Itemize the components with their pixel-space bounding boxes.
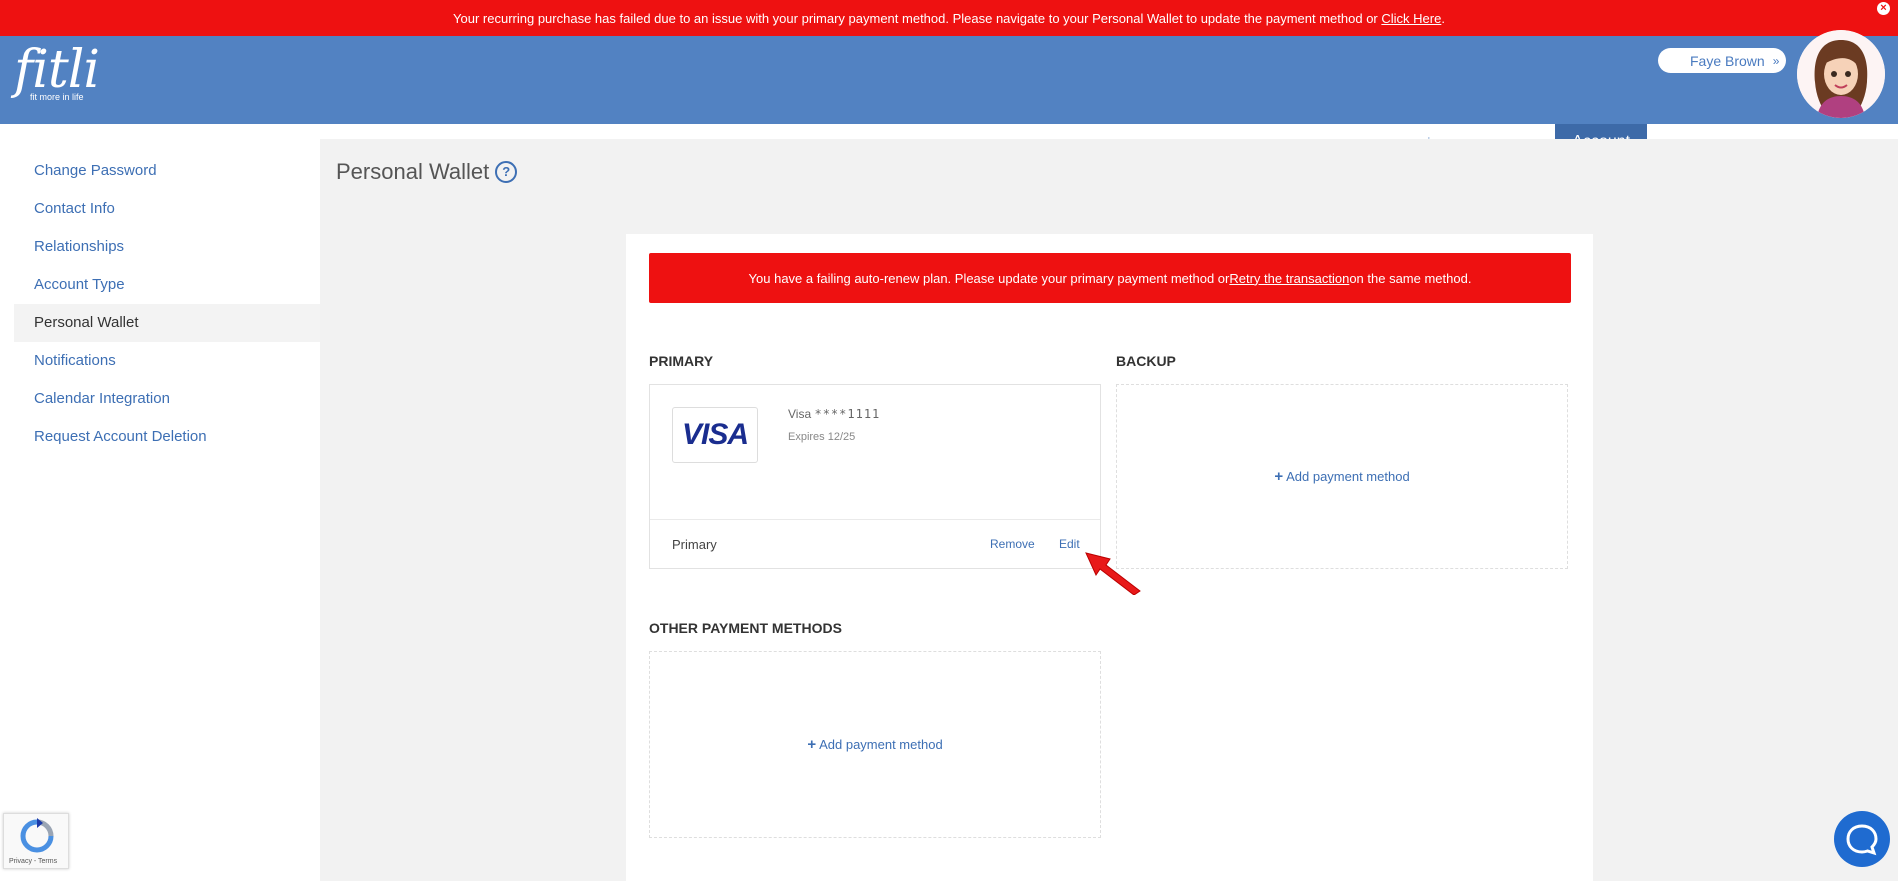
annotation-arrow-icon — [1085, 552, 1141, 595]
chat-icon — [1846, 824, 1878, 856]
sidebar-item-change-password[interactable]: Change Password — [14, 152, 320, 190]
recaptcha-icon — [20, 818, 54, 853]
add-other-label: Add payment method — [819, 737, 943, 752]
alert-text: You have a failing auto-renew plan. Plea… — [748, 270, 1230, 286]
remove-button[interactable]: Remove — [990, 537, 1035, 551]
recaptcha-text: Privacy - Terms — [9, 858, 58, 865]
banner-text: Your recurring purchase has failed due t… — [453, 10, 1382, 26]
sidebar-item-request-account-deletion[interactable]: Request Account Deletion — [14, 418, 320, 456]
add-backup-payment-button[interactable]: + Add payment method — [1274, 468, 1409, 485]
close-icon[interactable]: × — [1877, 2, 1890, 15]
card-brand: VISA — [681, 418, 749, 451]
fitli-logo[interactable]: fitli fit more in life — [14, 40, 100, 102]
other-payment-box: + Add payment method — [649, 651, 1101, 838]
plus-icon: + — [807, 736, 817, 753]
recaptcha-badge[interactable]: Privacy - Terms — [3, 813, 69, 869]
app-header: fitli fit more in life Faye Brown » Cale… — [0, 36, 1898, 160]
top-error-banner: Your recurring purchase has failed due t… — [0, 0, 1898, 36]
add-other-payment-button[interactable]: + Add payment method — [807, 736, 942, 753]
avatar-illustration — [1797, 30, 1885, 118]
main-content: Personal Wallet ? You have a failing aut… — [320, 139, 1898, 881]
backup-payment-box: + Add payment method — [1116, 384, 1568, 569]
avatar[interactable] — [1797, 30, 1885, 118]
primary-tag: Primary — [672, 537, 717, 552]
add-backup-label: Add payment method — [1286, 469, 1410, 484]
chevron-down-icon: » — [1772, 53, 1780, 68]
backup-section-label: BACKUP — [1116, 353, 1176, 369]
user-name: Faye Brown — [1690, 52, 1765, 69]
sidebar-item-personal-wallet[interactable]: Personal Wallet — [14, 304, 320, 342]
user-menu-button[interactable]: Faye Brown » — [1658, 48, 1786, 73]
sidebar-item-calendar-integration[interactable]: Calendar Integration — [14, 380, 320, 418]
logo-word: fitli — [14, 40, 100, 100]
help-icon[interactable]: ? — [495, 161, 518, 183]
banner-trailing: . — [1441, 10, 1445, 26]
edit-button[interactable]: Edit — [1059, 537, 1080, 551]
other-methods-section-label: OTHER PAYMENT METHODS — [649, 620, 842, 636]
banner-message: Your recurring purchase has failed due t… — [453, 11, 1445, 26]
card-type: Visa — [788, 407, 812, 421]
chat-button[interactable] — [1834, 811, 1890, 867]
alert-text-after: on the same method. — [1349, 270, 1472, 286]
card-name: Visa ****1111 — [788, 407, 880, 421]
account-sidebar: Change Password Contact Info Relationshi… — [14, 152, 320, 456]
payment-card-footer: Primary Remove Edit — [650, 519, 1100, 570]
primary-payment-card: VISA Visa ****1111 Expires 12/25 Primary… — [649, 384, 1101, 569]
visa-logo-icon: VISA — [672, 407, 758, 463]
sidebar-item-account-type[interactable]: Account Type — [14, 266, 320, 304]
page-title: Personal Wallet ? — [336, 159, 518, 185]
sidebar-item-notifications[interactable]: Notifications — [14, 342, 320, 380]
failing-plan-alert: You have a failing auto-renew plan. Plea… — [649, 253, 1571, 303]
card-expiry: Expires 12/25 — [788, 431, 856, 443]
sidebar-item-contact-info[interactable]: Contact Info — [14, 190, 320, 228]
banner-click-here-link[interactable]: Click Here — [1381, 11, 1441, 26]
sidebar-item-relationships[interactable]: Relationships — [14, 228, 320, 266]
primary-section-label: PRIMARY — [649, 353, 714, 369]
page-title-text: Personal Wallet — [336, 159, 490, 184]
retry-transaction-link[interactable]: Retry the transaction — [1229, 271, 1349, 286]
card-number: ****1111 — [814, 407, 881, 421]
plus-icon: + — [1274, 468, 1284, 485]
